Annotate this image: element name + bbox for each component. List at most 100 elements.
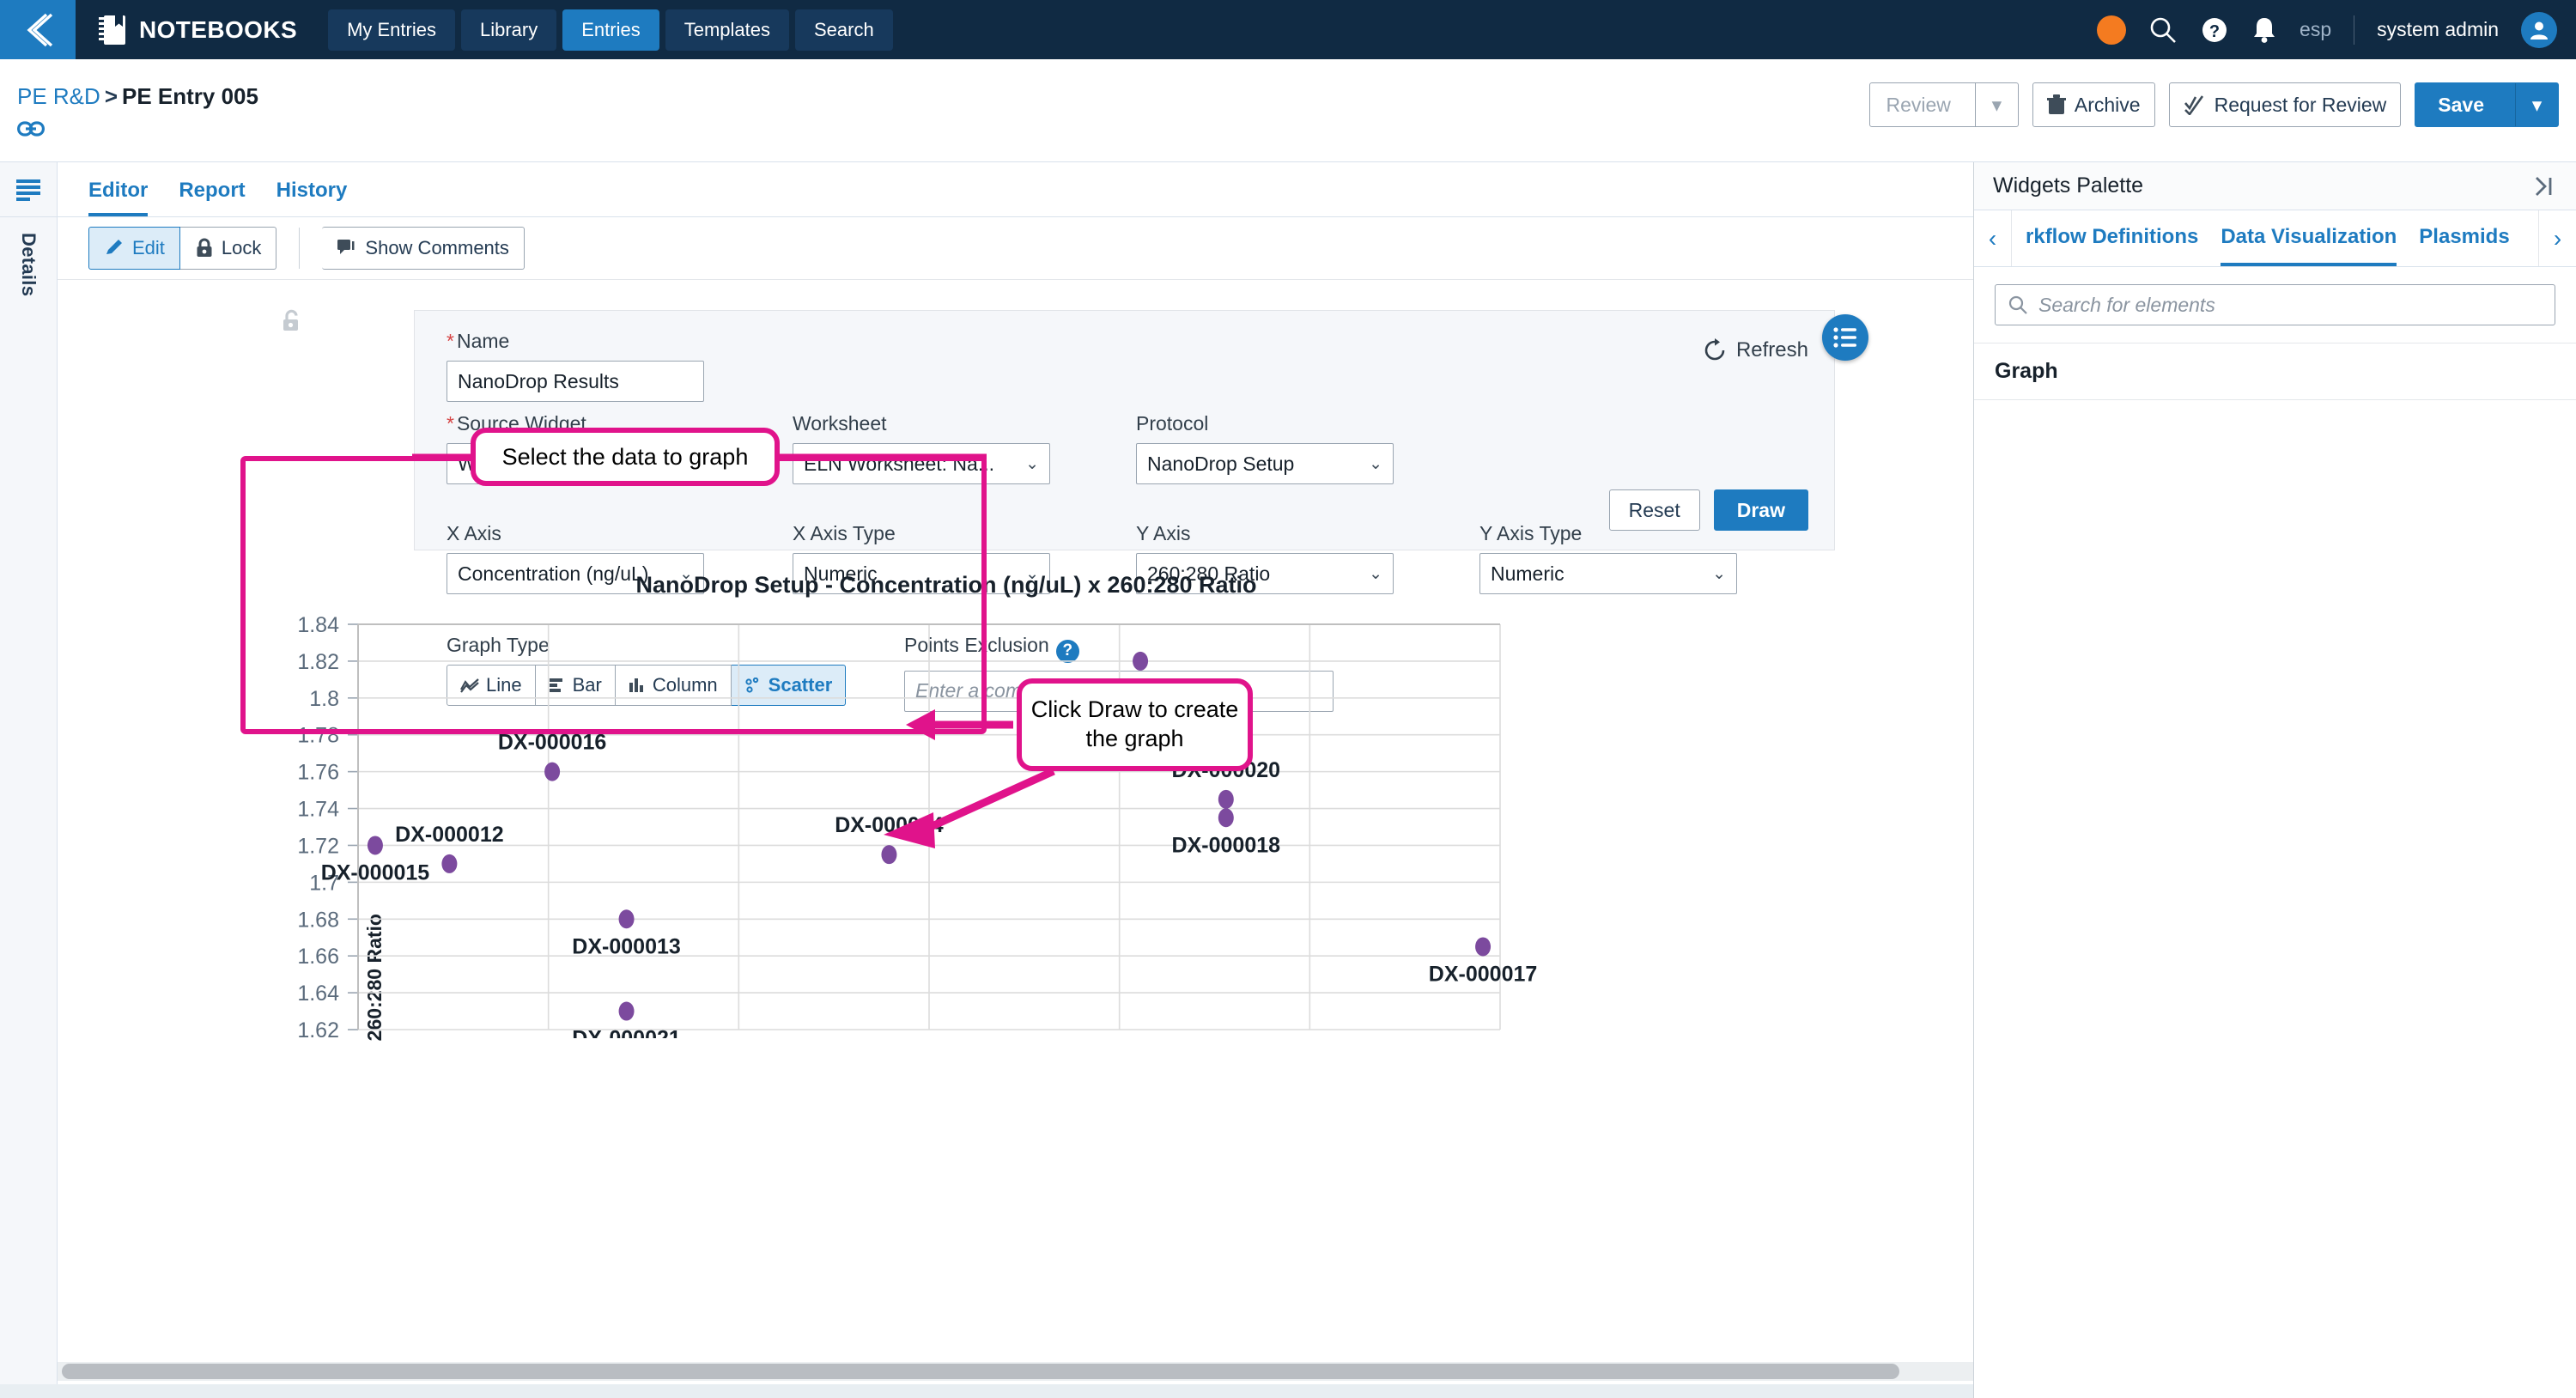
status-indicator-dot[interactable] [2097, 15, 2127, 45]
notifications-bell-icon[interactable] [2251, 15, 2277, 45]
widget-unlock-icon[interactable] [279, 308, 303, 336]
lock-button[interactable]: Lock [179, 227, 277, 270]
widgets-palette-header: Widgets Palette [1974, 162, 2576, 210]
nav-tab-search[interactable]: Search [795, 9, 893, 51]
avatar[interactable] [2521, 11, 2557, 48]
username-label: system admin [2377, 18, 2499, 40]
palette-search-wrap: Search for elements [1974, 267, 2576, 343]
widgets-palette-panel: Widgets Palette ‹ rkflow Definitions Dat… [1973, 162, 2576, 1398]
palette-search-placeholder: Search for elements [2038, 293, 2215, 316]
review-button[interactable]: Review ▾ [1869, 82, 2019, 127]
palette-tab-data-visualization[interactable]: Data Visualization [2221, 210, 2397, 266]
details-label: Details [18, 233, 39, 297]
collapse-panel-icon[interactable] [2531, 175, 2557, 198]
widgets-palette-tabs: ‹ rkflow Definitions Data Visualization … [1974, 210, 2576, 267]
show-comments-control: Show Comments [322, 227, 525, 270]
archive-button[interactable]: Archive [2032, 82, 2155, 127]
x-axis-label: X Axis [447, 522, 501, 544]
editor-toolbar: Edit Lock Show Comments [58, 217, 1973, 279]
svg-text:1.72: 1.72 [297, 834, 339, 858]
top-nav-right-actions: ? esp system admin [2097, 0, 2557, 59]
svg-text:1.74: 1.74 [297, 798, 339, 822]
lock-label: Lock [221, 237, 262, 258]
edit-lock-segmented-control: Edit Lock [88, 227, 277, 270]
svg-text:1.82: 1.82 [297, 650, 339, 674]
svg-text:1.84: 1.84 [297, 613, 339, 637]
chevron-down-icon[interactable]: ▾ [1974, 83, 2018, 126]
tab-editor[interactable]: Editor [88, 179, 149, 216]
draw-button[interactable]: Draw [1713, 489, 1808, 531]
worksheet-select[interactable]: ELN Worksheet: Na... ⌄ [793, 443, 1050, 484]
widgets-palette-title: Widgets Palette [1993, 173, 2144, 198]
widget-menu-fab[interactable] [1822, 314, 1868, 361]
svg-text:DX-000013: DX-000013 [572, 934, 680, 958]
canvas-horizontal-scrollbar-thumb[interactable] [62, 1364, 1899, 1379]
refresh-button[interactable]: Refresh [1703, 338, 1808, 362]
name-field-label: * Name [447, 330, 510, 352]
notebook-icon [98, 15, 127, 46]
review-check-icon [2184, 94, 2206, 115]
svg-text:DX-000016: DX-000016 [498, 731, 606, 755]
chevron-down-icon: ⌄ [1712, 564, 1726, 583]
show-comments-button[interactable]: Show Comments [322, 227, 525, 270]
breadcrumb: PE R&D > PE Entry 005 [17, 83, 258, 110]
details-panel-toggle[interactable]: Details [0, 217, 57, 475]
archive-label: Archive [2074, 93, 2141, 116]
svg-text:1.76: 1.76 [297, 761, 339, 785]
copy-link-icon[interactable] [17, 119, 45, 138]
required-asterisk: * [447, 330, 454, 352]
nav-tab-library[interactable]: Library [460, 9, 557, 51]
svg-text:1.66: 1.66 [297, 945, 339, 969]
search-icon [2008, 295, 2028, 315]
svg-text:DX-000012: DX-000012 [395, 823, 503, 847]
svg-text:DX-000015: DX-000015 [321, 860, 430, 884]
tab-report[interactable]: Report [179, 179, 245, 216]
tab-history[interactable]: History [276, 179, 348, 216]
breadcrumb-parent-link[interactable]: PE R&D [17, 83, 100, 109]
palette-search-input[interactable]: Search for elements [1995, 284, 2555, 325]
y-axis-type-select[interactable]: Numeric ⌄ [1479, 553, 1737, 594]
tabs-scroll-left-icon[interactable]: ‹ [1974, 210, 2012, 266]
svg-text:?: ? [2209, 22, 2220, 41]
name-input[interactable]: NanoDrop Results [447, 361, 704, 402]
help-icon[interactable]: ? [2200, 15, 2229, 45]
top-navigation-bar: NOTEBOOKS My Entries Library Entries Tem… [0, 0, 2576, 59]
edit-label: Edit [132, 237, 165, 258]
protocol-label: Protocol [1136, 412, 1209, 435]
chart-svg: 1.841.821.81.781.761.741.721.71.681.661.… [297, 613, 1537, 1038]
top-nav-tabs: My Entries Library Entries Templates Sea… [328, 9, 893, 51]
back-button[interactable] [0, 0, 76, 59]
nav-tab-entries[interactable]: Entries [562, 9, 659, 51]
refresh-label: Refresh [1735, 338, 1808, 362]
nav-tab-my-entries[interactable]: My Entries [328, 9, 455, 51]
language-selector[interactable]: esp [2300, 18, 2331, 41]
protocol-select[interactable]: NanoDrop Setup ⌄ [1136, 443, 1394, 484]
search-icon[interactable] [2148, 15, 2178, 45]
required-asterisk: * [447, 412, 454, 435]
svg-text:DX-000018: DX-000018 [1172, 833, 1281, 857]
chevron-down-icon[interactable]: ▾ [2515, 83, 2558, 126]
edit-button[interactable]: Edit [88, 227, 180, 270]
breadcrumb-separator: > [104, 83, 118, 109]
svg-text:1.62: 1.62 [297, 1018, 339, 1038]
trash-icon [2046, 94, 2066, 116]
save-button[interactable]: Save ▾ [2415, 82, 2559, 127]
entry-canvas: * Name NanoDrop Results Refresh * Source… [58, 279, 1973, 1378]
y-axis-label: Y Axis [1136, 522, 1191, 544]
palette-tab-workflow-definitions[interactable]: rkflow Definitions [2026, 210, 2198, 266]
svg-text:DX-000021: DX-000021 [572, 1027, 681, 1038]
callout-select-data: Select the data to graph [471, 428, 780, 486]
menu-hamburger-icon[interactable] [0, 162, 57, 217]
request-for-review-button[interactable]: Request for Review [2168, 82, 2402, 127]
svg-text:1.78: 1.78 [297, 724, 339, 748]
palette-item-graph[interactable]: Graph [1974, 343, 2576, 400]
toolbar-divider [299, 228, 301, 269]
reset-button[interactable]: Reset [1608, 489, 1700, 531]
tabs-scroll-right-icon[interactable]: › [2538, 210, 2576, 266]
palette-tab-plasmids[interactable]: Plasmids [2419, 210, 2509, 266]
app-root: NOTEBOOKS My Entries Library Entries Tem… [0, 0, 2576, 1398]
breadcrumb-current: PE Entry 005 [122, 83, 258, 109]
nav-tab-templates[interactable]: Templates [665, 9, 789, 51]
chart-title: NanoDrop Setup - Concentration (ng/uL) x… [635, 572, 1257, 598]
x-axis-type-label: X Axis Type [793, 522, 896, 544]
